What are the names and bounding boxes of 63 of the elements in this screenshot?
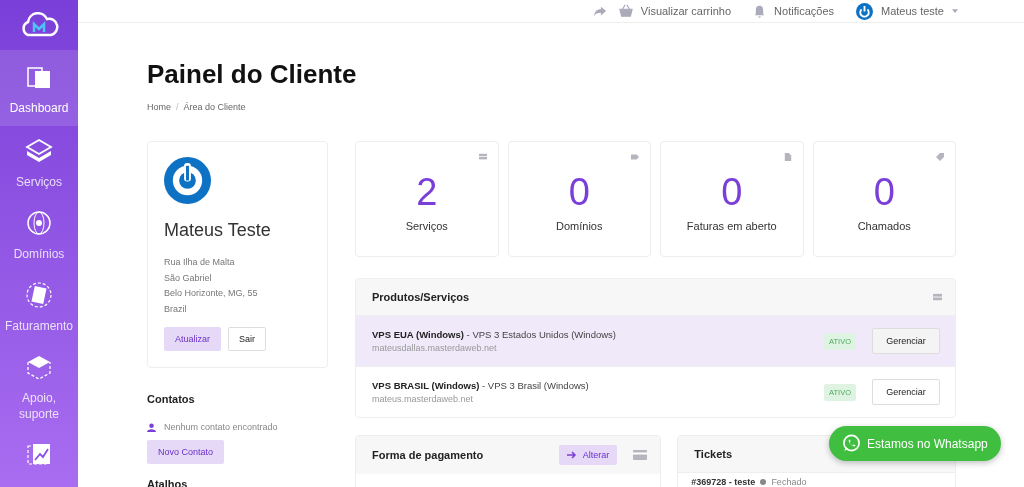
- person-icon: [147, 422, 156, 432]
- tag-icon: [631, 153, 639, 161]
- address-line: Belo Horizonte, MG, 55: [164, 287, 259, 300]
- address-line: Rua Ilha de Malta: [164, 256, 236, 269]
- sidebar-item[interactable]: Faturamento: [0, 270, 78, 342]
- stat-card[interactable]: 0 Faturas em aberto: [660, 141, 804, 257]
- share-icon[interactable]: [592, 4, 607, 18]
- server-icon: [933, 292, 942, 302]
- manage-button[interactable]: Gerenciar: [872, 328, 940, 354]
- server-icon: [478, 153, 487, 161]
- payment-title: Forma de pagamento: [372, 449, 484, 461]
- ticket-status: Fechado: [771, 477, 807, 487]
- stat-card[interactable]: 2 Serviços: [355, 141, 499, 257]
- stat-card[interactable]: 0 Chamados: [812, 141, 956, 257]
- address-line: Brazil: [164, 302, 188, 316]
- contacts-heading: Contatos: [147, 393, 196, 405]
- cart-link[interactable]: Visualizar carrinho: [640, 5, 732, 17]
- power-avatar-icon: [164, 157, 211, 204]
- bell-icon: [753, 4, 767, 18]
- document-icon: [24, 280, 54, 310]
- breadcrumb-item: Área do Cliente: [183, 102, 246, 112]
- stat-card[interactable]: 0 Domínios: [507, 141, 651, 257]
- product-name: VPS BRASIL (Windows) - VPS 3 Brasil (Windows): [372, 380, 590, 391]
- stat-label: Domínios: [556, 220, 603, 232]
- profile-name: Mateus Teste: [164, 220, 272, 241]
- logout-button[interactable]: Sair: [228, 327, 267, 351]
- products-title: Produtos/Serviços: [372, 291, 470, 303]
- stat-value: 0: [721, 172, 743, 212]
- address-line: São Gabriel: [164, 271, 213, 285]
- change-button[interactable]: Alterar: [558, 445, 618, 465]
- document-icon: [783, 153, 792, 161]
- product-name: VPS EUA (Windows) - VPS 3 Estados Unidos (Windows): [372, 329, 617, 340]
- status-dot: [760, 479, 767, 485]
- breadcrumb-separator: /: [176, 102, 179, 112]
- ticket-title[interactable]: #369728 - teste: [691, 477, 756, 487]
- whatsapp-icon: [842, 434, 861, 453]
- user-menu[interactable]: Mateus teste: [881, 5, 944, 17]
- breadcrumb-item[interactable]: Home: [147, 102, 171, 112]
- empty-contacts-text: Nenhum contato encontrado: [164, 422, 278, 432]
- sidebar-item[interactable]: Serviços: [0, 126, 78, 198]
- sidebar-item[interactable]: Domínios: [0, 198, 78, 270]
- new-contact-button[interactable]: Novo Contato: [147, 440, 225, 464]
- sidebar-item[interactable]: Dashboard: [0, 50, 78, 126]
- stat-value: 2: [416, 172, 438, 212]
- product-domain: mateusdallas.masterdaweb.net: [372, 343, 498, 353]
- credit-card-icon: [633, 450, 648, 460]
- tickets-title: Tickets: [694, 448, 733, 460]
- basket-icon: [618, 4, 633, 18]
- globe-icon: [24, 208, 54, 238]
- page-title: Painel do Cliente: [147, 59, 358, 90]
- cloud-logo-icon[interactable]: [19, 12, 59, 38]
- arrow-icon: [566, 450, 577, 460]
- stat-label: Faturas em aberto: [686, 220, 777, 232]
- stat-value: 0: [568, 172, 590, 212]
- caret-icon: [952, 9, 958, 13]
- notifications-link[interactable]: Notificações: [774, 5, 834, 17]
- stat-value: 0: [873, 172, 895, 212]
- product-domain: mateus.masterdaweb.net: [372, 394, 475, 404]
- stat-label: Chamados: [857, 220, 911, 232]
- stat-label: Serviços: [405, 220, 448, 232]
- update-button[interactable]: Atualizar: [164, 327, 221, 351]
- manage-button[interactable]: Gerenciar: [872, 379, 940, 405]
- label-icon: [936, 153, 944, 161]
